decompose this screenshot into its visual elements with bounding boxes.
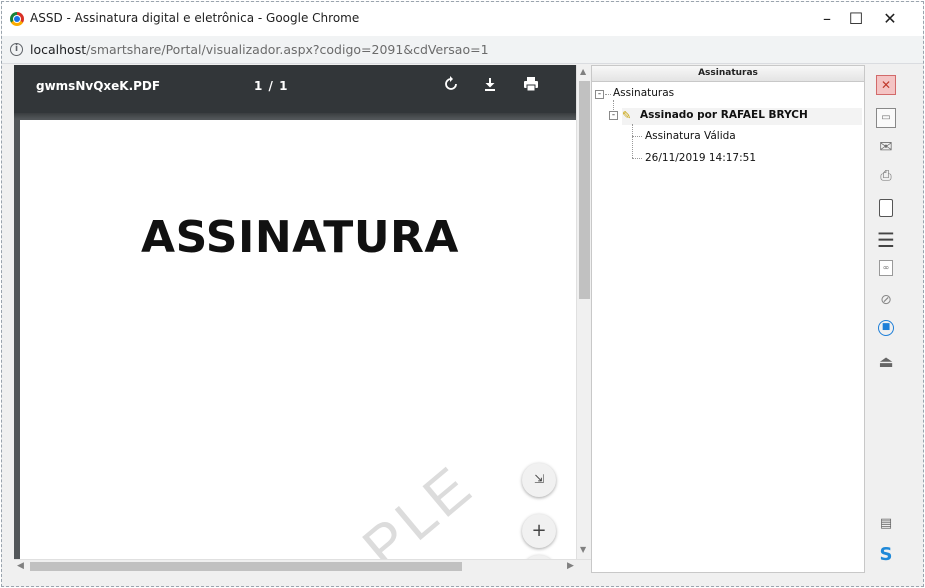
info-icon[interactable]: i bbox=[10, 43, 23, 56]
collapse-signer-toggle-icon[interactable]: - bbox=[609, 111, 618, 120]
pdf-toolbar: gwmsNvQxeK.PDF 1 / 1 bbox=[14, 65, 576, 113]
comment-icon[interactable]: ▤ bbox=[876, 514, 896, 534]
logo-icon[interactable]: S bbox=[876, 545, 896, 565]
signature-datetime[interactable]: 26/11/2019 14:17:51 bbox=[645, 152, 756, 164]
stamp-icon[interactable]: ⏏ bbox=[876, 352, 896, 372]
url-host: localhost bbox=[30, 42, 87, 57]
scroll-right-arrow-icon[interactable]: ▶ bbox=[567, 561, 574, 571]
pdf-heading: ASSINATURA bbox=[141, 212, 459, 263]
title-bar: ASSD - Assinatura digital e eletrônica -… bbox=[2, 2, 923, 36]
print-icon[interactable]: ⎙ bbox=[876, 166, 896, 186]
zoom-in-button[interactable]: + bbox=[522, 514, 556, 548]
url-text[interactable]: localhost/smartshare/Portal/visualizador… bbox=[30, 42, 489, 57]
address-bar[interactable]: i localhost/smartshare/Portal/visualizad… bbox=[2, 36, 923, 64]
list-icon[interactable]: ☰ bbox=[876, 230, 896, 250]
collapse-root-toggle-icon[interactable]: - bbox=[595, 90, 604, 99]
scroll-left-arrow-icon[interactable]: ◀ bbox=[17, 561, 24, 571]
right-toolbar: ✕ ▭ ✉ ⎙ ☰ ∞ ⊘ ■ ⏏ ▤ S bbox=[865, 65, 908, 573]
tree-connector bbox=[605, 94, 611, 95]
mail-icon[interactable]: ✉ bbox=[876, 137, 896, 157]
signature-pen-icon: ✎ bbox=[622, 109, 632, 122]
verify-icon[interactable]: ⊘ bbox=[876, 290, 896, 310]
page-icon[interactable] bbox=[879, 199, 893, 217]
tree-root-label[interactable]: Assinaturas bbox=[613, 87, 674, 99]
close-window-button[interactable]: ✕ bbox=[872, 6, 908, 32]
chrome-logo-icon bbox=[10, 12, 24, 26]
signature-status[interactable]: Assinatura Válida bbox=[645, 130, 736, 142]
scroll-thumb[interactable] bbox=[579, 81, 590, 299]
rotate-icon[interactable] bbox=[439, 75, 463, 99]
maximize-button[interactable]: ☐ bbox=[838, 6, 874, 32]
signatures-panel: Assinaturas - Assinaturas - ✎ Assinado p… bbox=[591, 65, 865, 573]
scroll-up-arrow-icon[interactable]: ▲ bbox=[580, 67, 586, 76]
document-icon[interactable]: ∞ bbox=[879, 260, 893, 276]
browser-window: ASSD - Assinatura digital e eletrônica -… bbox=[1, 1, 924, 587]
watermark: PLE bbox=[350, 452, 486, 559]
scroll-down-arrow-icon[interactable]: ▼ bbox=[580, 545, 586, 554]
tree-connector bbox=[632, 124, 633, 158]
print-icon[interactable] bbox=[519, 75, 543, 99]
vertical-scrollbar[interactable]: ▲ ▼ bbox=[576, 65, 591, 559]
pdf-page: ASSINATURA PLE ⇲ + − bbox=[20, 120, 576, 559]
toolbar-shadow bbox=[14, 113, 576, 119]
fit-to-page-button[interactable]: ⇲ bbox=[522, 463, 556, 497]
download-icon[interactable] bbox=[478, 75, 502, 99]
lock-icon[interactable]: ■ bbox=[878, 320, 894, 336]
page-indicator: 1 / 1 bbox=[254, 79, 289, 93]
pdf-file-name: gwmsNvQxeK.PDF bbox=[36, 79, 161, 93]
horizontal-scroll-thumb[interactable] bbox=[30, 562, 462, 571]
tree-connector bbox=[632, 158, 642, 159]
signatures-header: Assinaturas bbox=[592, 66, 864, 82]
pdf-viewer: gwmsNvQxeK.PDF 1 / 1 ASSINATURA PLE ⇲ + … bbox=[14, 65, 576, 559]
signer-node[interactable]: Assinado por RAFAEL BRYCH bbox=[640, 109, 808, 121]
url-path: /smartshare/Portal/visualizador.aspx?cod… bbox=[86, 42, 489, 57]
close-icon[interactable]: ✕ bbox=[876, 75, 896, 95]
horizontal-scrollbar[interactable]: ◀ ▶ bbox=[14, 559, 591, 573]
tree-connector bbox=[632, 136, 642, 137]
window-title: ASSD - Assinatura digital e eletrônica -… bbox=[30, 11, 360, 25]
save-icon[interactable]: ▭ bbox=[876, 108, 896, 128]
